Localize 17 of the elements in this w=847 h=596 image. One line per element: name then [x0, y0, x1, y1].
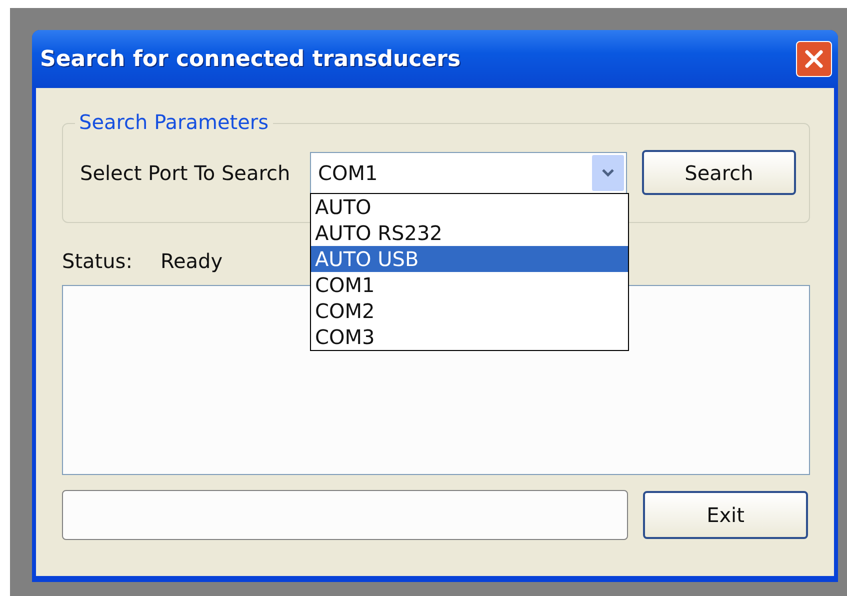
status-value: Ready [160, 249, 223, 273]
dropdown-option[interactable]: COM2 [311, 298, 628, 324]
output-field[interactable] [62, 490, 628, 540]
dropdown-option[interactable]: AUTO [311, 194, 628, 220]
dropdown-option[interactable]: AUTO RS232 [311, 220, 628, 246]
close-icon [803, 48, 825, 70]
exit-button[interactable]: Exit [643, 491, 808, 539]
close-button[interactable] [796, 41, 832, 77]
port-label: Select Port To Search [80, 160, 292, 184]
dropdown-option[interactable]: COM1 [311, 272, 628, 298]
search-button[interactable]: Search [642, 150, 796, 195]
dropdown-arrow-button[interactable] [592, 154, 624, 190]
chevron-down-icon [601, 168, 615, 178]
window-title: Search for connected transducers [40, 46, 461, 72]
dropdown-option[interactable]: COM3 [311, 324, 628, 350]
dropdown-option[interactable]: AUTO USB [311, 246, 628, 272]
status-label: Status: [62, 249, 132, 273]
